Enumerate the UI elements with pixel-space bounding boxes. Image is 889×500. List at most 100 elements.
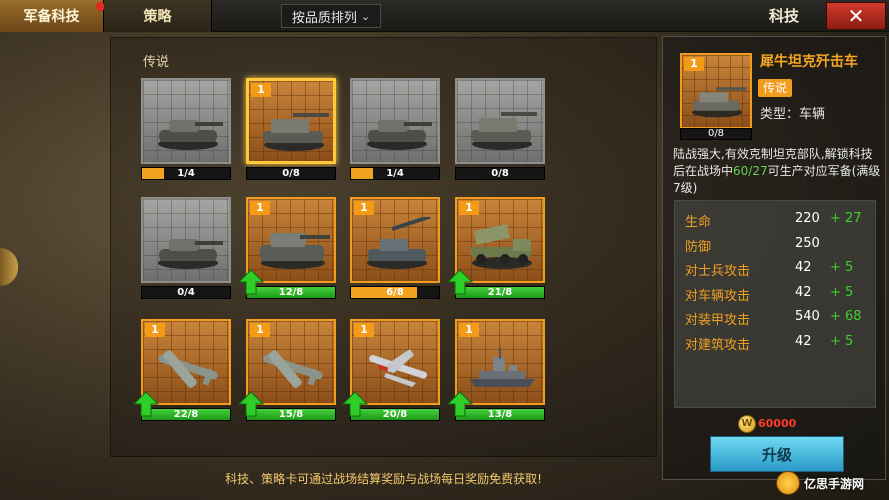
level-badge: 1 <box>251 83 271 97</box>
desc-highlight: 60/27 <box>733 164 768 178</box>
progress-text: 0/8 <box>282 168 300 179</box>
stat-label: 对建筑攻击 <box>685 337 751 353</box>
unit-card-thumbnail <box>455 78 545 164</box>
tank-icon <box>158 239 223 269</box>
upgrade-button[interactable]: 升级 <box>710 436 844 472</box>
stat-label: 对装甲攻击 <box>685 313 751 328</box>
card-progress-bar: 1/4 <box>350 167 440 180</box>
sort-dropdown[interactable]: 按品质排列 ⌄ <box>281 4 381 28</box>
close-button[interactable]: ✕ <box>826 2 886 30</box>
section-title: 传说 <box>143 55 170 70</box>
page-title: 科技 <box>768 7 799 25</box>
site-logo-icon <box>776 471 800 495</box>
unit-card-plane-10[interactable]: 1 15/8 <box>238 319 336 421</box>
stat-value: 42 <box>795 333 812 349</box>
battleship-icon <box>469 347 535 387</box>
unit-card-tank-2[interactable]: 1 0/8 <box>246 78 336 180</box>
tank-destroyer-icon <box>471 112 537 150</box>
heavy-tank-icon <box>260 233 330 269</box>
tank-destroyer-icon <box>691 87 747 118</box>
unit-card-tank-6[interactable]: 1 12/8 <box>238 197 336 299</box>
stat-label: 生命 <box>685 215 712 230</box>
unit-card-tank-1[interactable]: 1/4 <box>141 78 231 180</box>
upgrade-arrow-icon <box>133 391 159 417</box>
unit-card-thumbnail <box>141 197 231 283</box>
close-icon: ✕ <box>847 4 865 28</box>
stats-box: 生命 220 + 27 防御 250 对士兵攻击 42 + 5 对车辆攻击 42 + 5 对装甲攻击 5… <box>674 200 876 408</box>
tab-military-tech[interactable]: 军备科技 <box>0 0 104 32</box>
level-badge: 1 <box>250 201 270 215</box>
unit-type: 类型：车辆 <box>760 107 826 122</box>
level-badge: 1 <box>250 323 270 337</box>
unit-card-truck-8[interactable]: 1 21/8 <box>447 197 545 299</box>
card-progress-bar: 0/8 <box>246 167 336 180</box>
side-drawer-handle[interactable] <box>0 248 18 286</box>
unit-card-thumbnail <box>141 78 231 164</box>
upgrade-arrow-icon <box>447 391 473 417</box>
stat-label: 对车辆攻击 <box>685 288 751 304</box>
chevron-down-icon: ⌄ <box>360 9 371 23</box>
stat-value: 220 <box>795 211 820 226</box>
unit-card-tank-4[interactable]: 0/8 <box>455 78 545 180</box>
unit-card-plane-9[interactable]: 1 22/8 <box>133 319 231 421</box>
stat-bonus: + 5 <box>830 284 854 300</box>
card-progress-bar: 1/4 <box>141 167 231 180</box>
unit-card-tank-5[interactable]: 0/4 <box>141 197 231 299</box>
level-badge: 1 <box>459 323 479 337</box>
level-badge: 1 <box>145 323 165 337</box>
stat-row: 对车辆攻击 42 + 5 <box>685 284 870 304</box>
progress-text: 1/4 <box>386 168 404 179</box>
unit-name: 犀牛坦克歼击车 <box>760 54 858 70</box>
unit-card-thumbnail: 1 <box>246 78 336 164</box>
progress-text: 6/8 <box>386 287 404 298</box>
watermark-text: 亿思手游网 <box>804 476 865 491</box>
coin-icon: W <box>738 415 756 433</box>
level-badge: 1 <box>354 201 374 215</box>
stat-row: 对士兵攻击 42 + 5 <box>685 260 870 279</box>
stat-row: 防御 250 <box>685 235 870 255</box>
detail-unit-image: 1 <box>680 53 752 129</box>
stat-value: 540 <box>795 309 820 324</box>
level-badge: 1 <box>354 323 374 337</box>
unit-card-tank-3[interactable]: 1/4 <box>350 78 440 180</box>
stat-bonus: + 5 <box>830 260 854 275</box>
cost-value: 60000 <box>758 417 797 430</box>
stat-row: 生命 220 + 27 <box>685 211 870 230</box>
watermark: 亿思手游网 <box>776 470 886 496</box>
detail-progress: 0/8 <box>680 128 752 140</box>
card-progress-bar: 6/8 <box>350 286 440 299</box>
tank-icon <box>367 120 432 150</box>
artillery-icon <box>367 217 431 269</box>
unit-card-plane-11[interactable]: 1 20/8 <box>342 319 440 421</box>
detail-level-badge: 1 <box>684 57 704 71</box>
bomber-icon <box>263 350 323 388</box>
stat-value: 42 <box>795 284 812 300</box>
upgrade-arrow-icon <box>238 269 264 295</box>
bomber-icon <box>158 350 218 388</box>
stat-row: 对装甲攻击 540 + 68 <box>685 309 870 328</box>
tank-destroyer-icon <box>263 113 329 151</box>
unit-card-thumbnail: 1 <box>350 197 440 283</box>
upgrade-cost: W 60000 <box>738 415 798 433</box>
tank-icon <box>158 120 223 150</box>
rarity-badge: 传说 <box>758 79 792 97</box>
progress-text: 1/4 <box>177 168 195 179</box>
card-progress-bar: 0/8 <box>455 167 545 180</box>
jet-icon <box>369 349 427 387</box>
sort-label: 按品质排列 <box>291 10 357 26</box>
stat-bonus: + 27 <box>830 211 862 226</box>
progress-text: 0/4 <box>177 287 195 298</box>
stat-value: 42 <box>795 260 812 275</box>
stat-bonus: + 68 <box>830 309 862 324</box>
unit-card-tank-7[interactable]: 1 6/8 <box>350 197 440 299</box>
stat-bonus: + 5 <box>830 333 854 349</box>
unit-card-ship-12[interactable]: 1 13/8 <box>447 319 545 421</box>
tip-text: 科技、策略卡可通过战场结算奖励与战场每日奖励免费获取! <box>225 472 542 486</box>
card-progress-bar: 0/4 <box>141 286 231 299</box>
stat-label: 对士兵攻击 <box>685 264 751 279</box>
stat-value: 250 <box>795 235 820 251</box>
progress-text: 0/8 <box>491 168 509 179</box>
upgrade-arrow-icon <box>238 391 264 417</box>
tab-strategy[interactable]: 策略 <box>104 0 212 32</box>
level-badge: 1 <box>459 201 479 215</box>
